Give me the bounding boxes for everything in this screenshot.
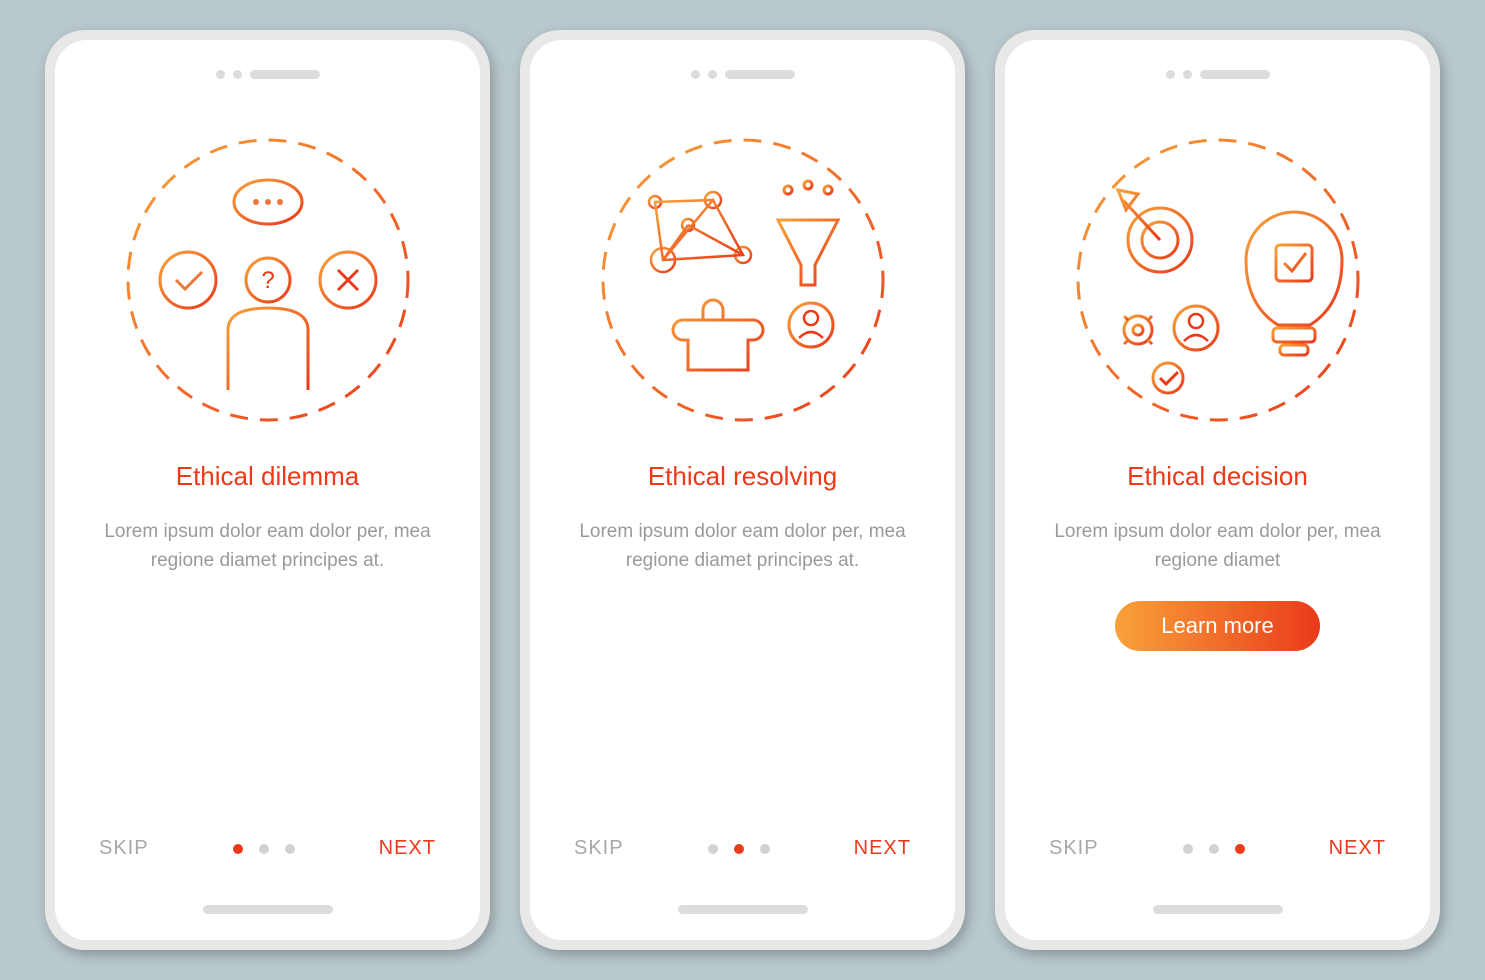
screen-title: Ethical resolving: [648, 461, 837, 492]
page-dot-3[interactable]: [285, 844, 295, 854]
screen-content: Ethical resolving Lorem ipsum dolor eam …: [530, 40, 955, 940]
next-button[interactable]: NEXT: [854, 837, 911, 860]
camera-dot-icon: [708, 70, 717, 79]
page-dot-2[interactable]: [1209, 844, 1219, 854]
phone-speaker: [216, 70, 320, 79]
speaker-grill-icon: [250, 70, 320, 79]
dilemma-icon: ?: [113, 125, 423, 435]
onboarding-phone-2: Ethical resolving Lorem ipsum dolor eam …: [520, 30, 965, 950]
onboarding-footer: SKIP NEXT: [1005, 837, 1430, 860]
page-indicator: [233, 844, 295, 854]
screen-title: Ethical dilemma: [176, 461, 360, 492]
screen-body: Lorem ipsum dolor eam dolor per, mea reg…: [578, 518, 908, 575]
speaker-grill-icon: [1200, 70, 1270, 79]
resolving-icon: [588, 125, 898, 435]
onboarding-footer: SKIP NEXT: [55, 837, 480, 860]
page-dot-1[interactable]: [233, 844, 243, 854]
phone-speaker: [691, 70, 795, 79]
page-dot-2[interactable]: [259, 844, 269, 854]
onboarding-phone-1: ? Ethical dilemma Lorem ipsum dolor eam …: [45, 30, 490, 950]
screen-content: ? Ethical dilemma Lorem ipsum dolor eam …: [55, 40, 480, 940]
screen-body: Lorem ipsum dolor eam dolor per, mea reg…: [1053, 518, 1383, 575]
page-indicator: [708, 844, 770, 854]
phone-speaker: [1166, 70, 1270, 79]
camera-dot-icon: [1166, 70, 1175, 79]
page-dot-2[interactable]: [734, 844, 744, 854]
next-button[interactable]: NEXT: [379, 837, 436, 860]
onboarding-phone-3: Ethical decision Lorem ipsum dolor eam d…: [995, 30, 1440, 950]
next-button[interactable]: NEXT: [1329, 837, 1386, 860]
screen-body: Lorem ipsum dolor eam dolor per, mea reg…: [103, 518, 433, 575]
page-dot-1[interactable]: [708, 844, 718, 854]
decision-icon: [1063, 125, 1373, 435]
screen-content: Ethical decision Lorem ipsum dolor eam d…: [1005, 40, 1430, 940]
learn-more-button[interactable]: Learn more: [1115, 601, 1320, 651]
camera-dot-icon: [691, 70, 700, 79]
camera-dot-icon: [233, 70, 242, 79]
onboarding-footer: SKIP NEXT: [530, 837, 955, 860]
skip-button[interactable]: SKIP: [1049, 837, 1099, 860]
skip-button[interactable]: SKIP: [574, 837, 624, 860]
speaker-grill-icon: [725, 70, 795, 79]
page-dot-3[interactable]: [1235, 844, 1245, 854]
screen-title: Ethical decision: [1127, 461, 1308, 492]
home-indicator-icon: [1153, 905, 1283, 914]
page-dot-1[interactable]: [1183, 844, 1193, 854]
camera-dot-icon: [1183, 70, 1192, 79]
home-indicator-icon: [678, 905, 808, 914]
home-indicator-icon: [203, 905, 333, 914]
camera-dot-icon: [216, 70, 225, 79]
skip-button[interactable]: SKIP: [99, 837, 149, 860]
page-dot-3[interactable]: [760, 844, 770, 854]
svg-text:?: ?: [261, 267, 274, 294]
page-indicator: [1183, 844, 1245, 854]
